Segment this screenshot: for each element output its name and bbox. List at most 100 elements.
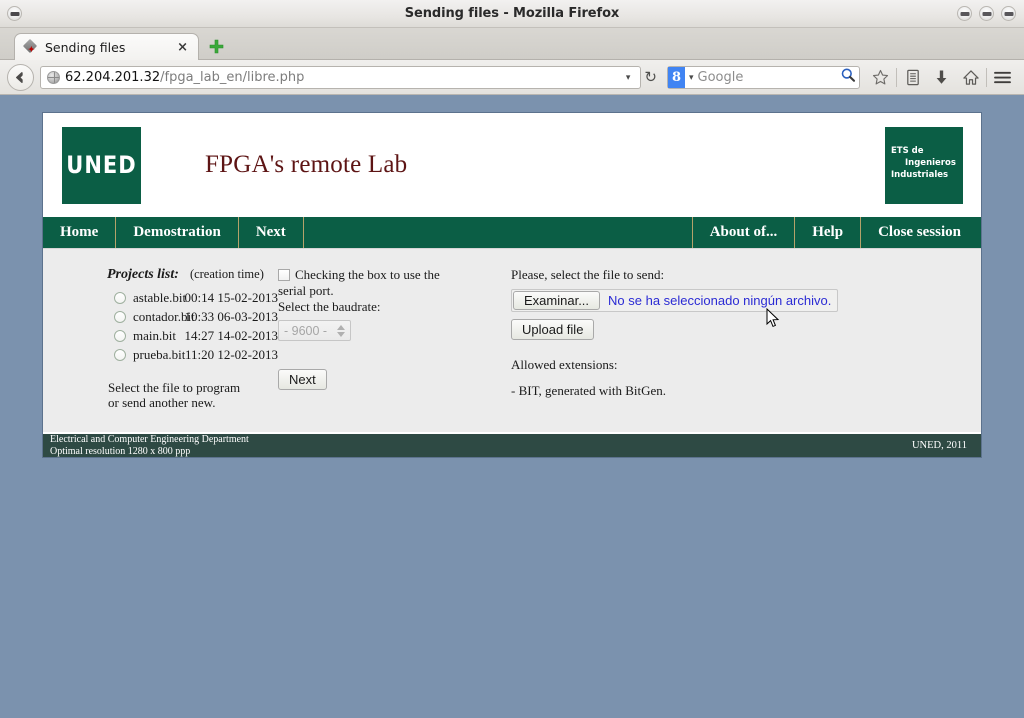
nav-item-next[interactable]: Next: [239, 217, 304, 248]
projects-column: Projects list:(creation time) astable.bi…: [43, 267, 278, 410]
tab-title: Sending files: [45, 40, 173, 55]
upload-column: Please, select the file to send: Examina…: [508, 267, 981, 410]
hamburger-menu-icon[interactable]: [988, 64, 1017, 90]
serial-column: Checking the box to use the serial port.…: [278, 267, 508, 410]
new-tab-button[interactable]: [203, 33, 229, 60]
nav-item-home[interactable]: Home: [43, 217, 116, 248]
minimize-button[interactable]: [957, 6, 972, 21]
serial-port-label: Checking the box to use the: [295, 267, 440, 283]
baudrate-stepper[interactable]: - 9600 -: [278, 320, 351, 341]
page-favicon: ✦: [24, 40, 38, 54]
nav-spacer: [304, 217, 693, 248]
browse-button[interactable]: Examinar...: [513, 291, 600, 310]
project-radio[interactable]: [114, 349, 126, 361]
file-input[interactable]: Examinar... No se ha seleccionado ningún…: [511, 289, 838, 312]
stepper-arrows[interactable]: [334, 325, 350, 337]
project-time: 10:33 06-03-2013: [184, 309, 278, 325]
page-content: Projects list:(creation time) astable.bi…: [43, 248, 981, 432]
list-item[interactable]: prueba.bit 11:20 12-02-2013: [107, 345, 278, 364]
upload-prompt: Please, select the file to send:: [511, 267, 981, 283]
footer-info: Electrical and Computer Engineering Depa…: [50, 434, 912, 457]
page-title: FPGA's remote Lab: [141, 151, 885, 179]
project-name: main.bit: [133, 328, 173, 344]
allowed-extensions-item: - BIT, generated with BitGen.: [511, 383, 981, 399]
footer-line2: Optimal resolution 1280 x 800 ppp: [50, 446, 912, 458]
projects-hint-line2: or send another new.: [108, 395, 278, 410]
back-arrow-icon: [13, 70, 28, 85]
url-bar[interactable]: 62.204.201.32/fpga_lab_en/libre.php ▾: [40, 66, 641, 89]
list-item[interactable]: main.bit 14:27 14-02-2013: [107, 326, 278, 345]
projects-heading: Projects list:(creation time): [107, 267, 278, 283]
toolbar-divider: [986, 68, 987, 87]
uned-logo-text: UNED: [66, 151, 136, 179]
nav-item-help[interactable]: Help: [795, 217, 861, 248]
library-icon[interactable]: [898, 64, 927, 90]
serial-port-label-line2: serial port.: [278, 283, 508, 299]
site-container: UNED FPGA's remote Lab ETS de Ingenieros…: [42, 112, 982, 458]
ets-logo-line3: Industriales: [891, 169, 957, 181]
search-icon[interactable]: [840, 67, 856, 88]
google-icon[interactable]: 8: [668, 67, 685, 88]
projects-hint-line1: Select the file to program: [108, 380, 278, 395]
nav-item-about[interactable]: About of...: [693, 217, 796, 248]
ets-logo-line1: ETS de: [891, 145, 957, 157]
upload-file-button[interactable]: Upload file: [511, 319, 594, 340]
page-viewport: UNED FPGA's remote Lab ETS de Ingenieros…: [0, 95, 1024, 717]
star-icon[interactable]: [866, 64, 895, 90]
close-window-button[interactable]: [1001, 6, 1016, 21]
close-icon[interactable]: ×: [173, 41, 192, 54]
url-domain: 62.204.201.32: [65, 70, 160, 85]
site-header: UNED FPGA's remote Lab ETS de Ingenieros…: [43, 113, 981, 217]
home-icon[interactable]: [956, 64, 985, 90]
serial-port-label-line1: Checking the box to use the: [295, 267, 440, 282]
window-title: Sending files - Mozilla Firefox: [0, 6, 1024, 21]
globe-icon: [47, 71, 60, 84]
project-name: astable.bit: [133, 290, 173, 306]
ets-logo: ETS de Ingenieros Industriales: [885, 127, 963, 204]
site-footer: Electrical and Computer Engineering Depa…: [43, 432, 981, 457]
project-time: 00:14 15-02-2013: [184, 290, 278, 306]
baudrate-label: Select the baudrate:: [278, 299, 508, 315]
allowed-extensions-heading: Allowed extensions:: [511, 357, 981, 373]
project-radio[interactable]: [114, 292, 126, 304]
maximize-button[interactable]: [979, 6, 994, 21]
footer-copyright: UNED, 2011: [912, 440, 967, 451]
chevron-up-icon[interactable]: [337, 325, 345, 330]
toolbar-icon-group: [866, 64, 1017, 90]
project-name: prueba.bit: [133, 347, 174, 363]
baudrate-value: - 9600 -: [279, 324, 334, 338]
window-titlebar: Sending files - Mozilla Firefox: [0, 0, 1024, 28]
uned-logo: UNED: [62, 127, 141, 204]
browser-toolbar: 62.204.201.32/fpga_lab_en/libre.php ▾ ↻ …: [0, 60, 1024, 95]
download-icon[interactable]: [927, 64, 956, 90]
serial-port-checkbox[interactable]: [278, 269, 290, 281]
footer-line1: Electrical and Computer Engineering Depa…: [50, 434, 912, 446]
chevron-down-icon[interactable]: [337, 332, 345, 337]
reload-icon[interactable]: ↻: [641, 70, 660, 85]
projects-hint: Select the file to program or send anoth…: [107, 380, 278, 410]
list-item[interactable]: contador.bit 10:33 06-03-2013: [107, 307, 278, 326]
project-radio[interactable]: [114, 311, 126, 323]
ets-logo-line2: Ingenieros: [891, 157, 957, 169]
file-status-text: No se ha seleccionado ningún archivo.: [608, 293, 831, 308]
chevron-down-icon[interactable]: ▾: [626, 72, 631, 83]
project-time: 11:20 12-02-2013: [185, 347, 278, 363]
project-name: contador.bit: [133, 309, 173, 325]
nav-item-close-session[interactable]: Close session: [861, 217, 981, 248]
toolbar-divider: [896, 68, 897, 87]
chevron-down-icon[interactable]: ▾: [689, 72, 694, 83]
search-bar[interactable]: 8 ▾ Google: [667, 66, 860, 89]
plus-icon: [209, 39, 224, 54]
browser-tab[interactable]: ✦ Sending files ×: [14, 33, 199, 60]
url-path: /fpga_lab_en/libre.php: [160, 70, 304, 85]
project-radio[interactable]: [114, 330, 126, 342]
serial-port-option[interactable]: Checking the box to use the: [278, 267, 508, 283]
project-time: 14:27 14-02-2013: [184, 328, 278, 344]
search-input[interactable]: Google: [698, 70, 840, 85]
window-controls: [957, 6, 1016, 21]
next-button[interactable]: Next: [278, 369, 327, 390]
nav-item-demostration[interactable]: Demostration: [116, 217, 238, 248]
back-button[interactable]: [7, 64, 34, 91]
upload-button-wrapper: Upload file: [511, 319, 981, 340]
list-item[interactable]: astable.bit 00:14 15-02-2013: [107, 288, 278, 307]
